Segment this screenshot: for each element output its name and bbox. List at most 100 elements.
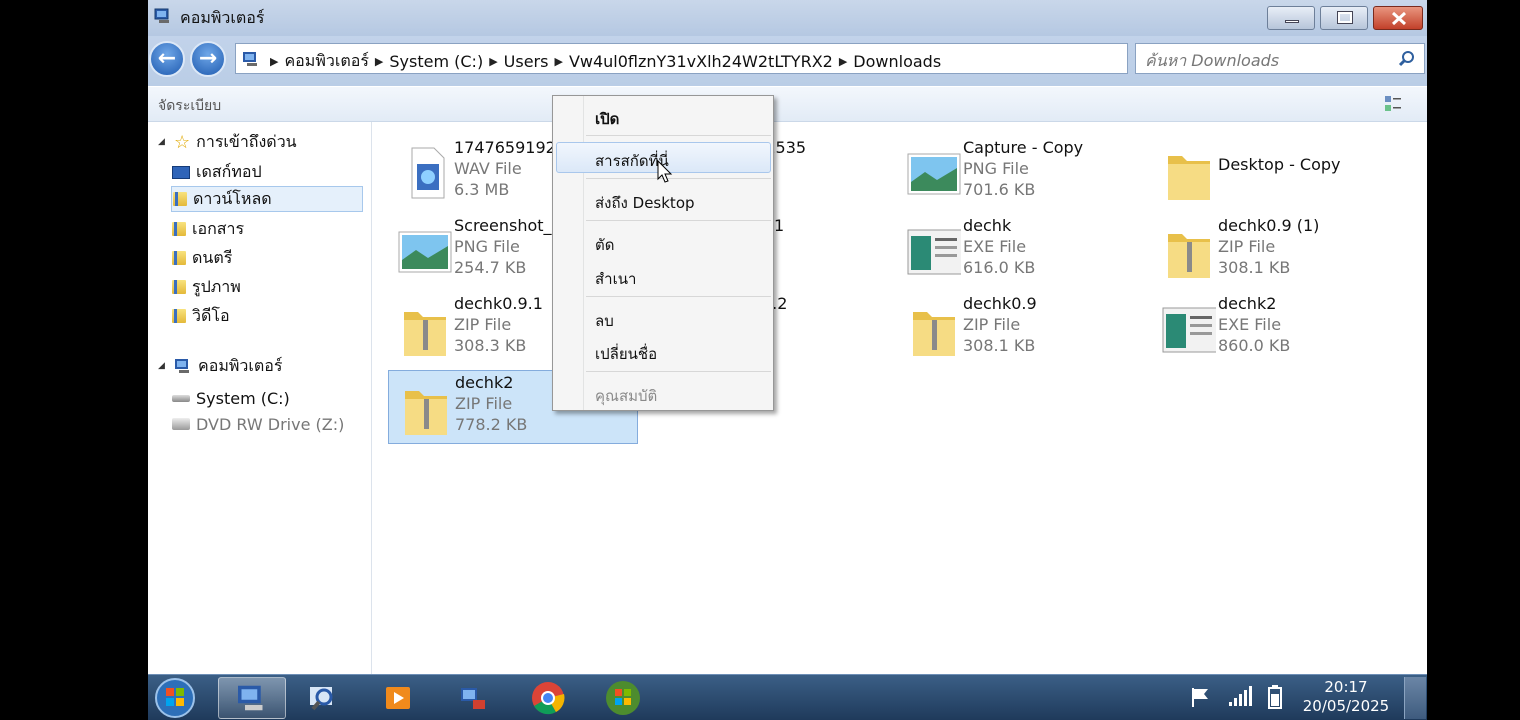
file-size: 6.3 MB [454, 180, 510, 199]
nav-label: วิดีโอ [192, 305, 230, 325]
desktop-icon [172, 165, 190, 179]
file-item[interactable]: Capture - Copy PNG File 701.6 KB [897, 136, 1147, 210]
image-file-icon [907, 153, 961, 195]
title-bar: คอมพิวเตอร์ [148, 0, 1427, 36]
file-size: 308.3 KB [454, 336, 527, 355]
nav-label: ดาวน์โหลด [193, 188, 272, 208]
expand-triangle-icon[interactable]: ◢ [158, 361, 168, 371]
search-icon[interactable] [1398, 50, 1416, 68]
clock-time: 20:17 [1324, 678, 1368, 696]
menu-item-cut[interactable]: ตัด [595, 233, 614, 257]
computer-icon [243, 52, 257, 66]
nav-pictures[interactable]: รูปภาพ [172, 274, 241, 300]
breadcrumb-downloads[interactable]: Downloads [853, 52, 941, 71]
show-desktop-button[interactable] [1404, 677, 1426, 719]
menu-separator [586, 371, 771, 372]
nav-music[interactable]: ดนตรี [172, 245, 232, 271]
file-name: Screenshot_2 [454, 216, 562, 235]
breadcrumb-computer[interactable]: คอมพิวเตอร์ [284, 49, 368, 74]
nav-quick-access[interactable]: ◢ ☆ การเข้าถึงด่วน [158, 129, 297, 155]
file-type: EXE File [1218, 315, 1282, 334]
battery-icon[interactable] [1267, 684, 1283, 710]
expand-triangle-icon[interactable]: ◢ [158, 137, 168, 147]
nav-label: การเข้าถึงด่วน [196, 131, 297, 151]
forward-button[interactable]: → [190, 41, 226, 77]
file-size: 778.2 KB [455, 415, 528, 434]
system-clock[interactable]: 20:17 20/05/2025 [1296, 678, 1396, 716]
chevron-right-icon[interactable]: ▶ [554, 55, 562, 68]
nav-drive-c[interactable]: System (C:) [172, 385, 290, 411]
file-item[interactable]: dechk EXE File 616.0 KB [897, 214, 1147, 288]
menu-item-send-to-desktop[interactable]: ส่งถึง Desktop [595, 191, 695, 215]
dvd-drive-icon [172, 418, 190, 430]
address-row: ← → ▶ คอมพิวเตอร์ ▶ System (C:) ▶ Users … [148, 36, 1427, 86]
taskbar-network-app[interactable] [444, 677, 502, 719]
file-size: 860.0 KB [1218, 336, 1291, 355]
folder-icon [1168, 156, 1210, 200]
view-options-icon[interactable] [1384, 95, 1402, 113]
menu-item-open[interactable]: เปิด [595, 107, 619, 131]
menu-separator [586, 296, 771, 297]
breadcrumb-user[interactable]: Vw4ul0flznY31vXlh24W2tLTYRX2 [569, 52, 833, 71]
taskbar-windows-app[interactable] [594, 677, 652, 719]
search-input[interactable]: ค้นหา Downloads [1135, 43, 1425, 74]
chevron-right-icon[interactable]: ▶ [489, 55, 497, 68]
file-name: Capture - Copy [963, 138, 1084, 157]
folder-icon [172, 309, 186, 323]
back-button[interactable]: ← [149, 41, 185, 77]
breadcrumb-drive-c[interactable]: System (C:) [389, 52, 483, 71]
file-item[interactable]: dechk0.9 ZIP File 308.1 KB [897, 292, 1147, 366]
menu-item-rename[interactable]: เปลี่ยนชื่อ [595, 342, 657, 366]
chevron-right-icon[interactable]: ▶ [375, 55, 383, 68]
nav-drive-z[interactable]: DVD RW Drive (Z:) [172, 411, 344, 437]
menu-item-properties[interactable]: คุณสมบัติ [595, 384, 657, 408]
nav-videos[interactable]: วิดีโอ [172, 303, 230, 329]
nav-label: คอมพิวเตอร์ [198, 355, 283, 375]
file-type: ZIP File [455, 394, 513, 413]
nav-documents[interactable]: เอกสาร [172, 216, 244, 242]
maximize-button[interactable] [1320, 6, 1368, 30]
taskbar-search-app[interactable] [294, 677, 352, 719]
nav-desktop[interactable]: เดสก์ทอป [172, 159, 262, 185]
breadcrumb-users[interactable]: Users [504, 52, 549, 71]
computer-icon [154, 8, 169, 23]
file-name: dechk2 [1218, 294, 1277, 313]
file-item[interactable]: dechk2 EXE File 860.0 KB [1152, 292, 1402, 366]
file-type: ZIP File [1218, 237, 1276, 256]
nav-computer[interactable]: ◢ คอมพิวเตอร์ [158, 353, 282, 379]
windows-start-icon [155, 678, 195, 718]
nav-label: รูปภาพ [192, 276, 241, 296]
menu-separator [586, 135, 771, 136]
hard-drive-icon [172, 394, 190, 402]
close-button[interactable] [1373, 6, 1423, 30]
folder-item[interactable]: Desktop - Copy [1152, 136, 1402, 210]
chevron-right-icon[interactable]: ▶ [839, 55, 847, 68]
signal-strength-icon[interactable] [1227, 685, 1253, 709]
nav-label: ดนตรี [192, 247, 233, 267]
menu-item-copy[interactable]: สำเนา [595, 267, 636, 291]
taskbar-explorer[interactable] [218, 677, 286, 719]
minimize-button[interactable] [1267, 6, 1315, 30]
close-icon [1391, 11, 1407, 26]
start-button[interactable] [152, 677, 198, 719]
arrow-right-icon: → [198, 46, 218, 71]
organize-menu[interactable]: จัดระเบียบ [158, 95, 221, 117]
arrow-left-icon: ← [157, 46, 177, 71]
file-item[interactable]: dechk0.9 (1) ZIP File 308.1 KB [1152, 214, 1402, 288]
nav-label: เดสก์ทอป [196, 161, 262, 181]
exe-file-icon [907, 229, 961, 275]
clock-date: 20/05/2025 [1302, 697, 1390, 715]
taskbar-chrome[interactable] [519, 677, 577, 719]
address-bar[interactable]: ▶ คอมพิวเตอร์ ▶ System (C:) ▶ Users ▶ Vw… [235, 43, 1128, 74]
menu-item-delete[interactable]: ลบ [595, 309, 614, 333]
taskbar: 20:17 20/05/2025 [148, 674, 1427, 720]
taskbar-media-player[interactable] [369, 677, 427, 719]
zip-folder-icon [405, 391, 447, 435]
audio-file-icon [411, 147, 445, 199]
nav-downloads[interactable]: ดาวน์โหลด [171, 186, 363, 212]
file-type: PNG File [454, 237, 520, 256]
flag-icon[interactable] [1189, 685, 1213, 709]
command-bar: จัดระเบียบ [148, 86, 1427, 122]
chevron-right-icon[interactable]: ▶ [270, 55, 278, 68]
file-size: 308.1 KB [963, 336, 1036, 355]
